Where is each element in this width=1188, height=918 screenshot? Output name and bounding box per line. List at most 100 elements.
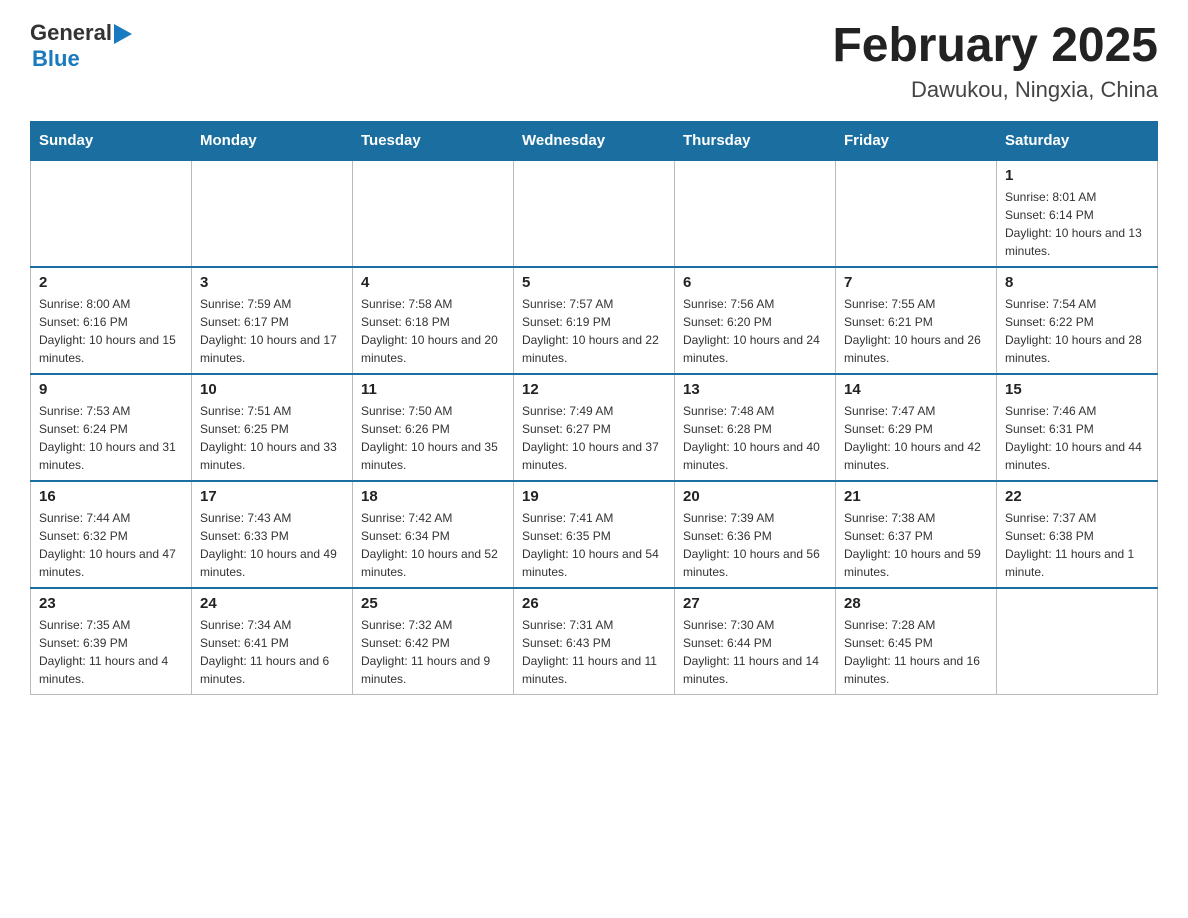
table-row	[836, 160, 997, 267]
day-info: Sunrise: 7:30 AMSunset: 6:44 PMDaylight:…	[683, 616, 827, 688]
table-row: 9 Sunrise: 7:53 AMSunset: 6:24 PMDaylight…	[31, 374, 192, 481]
calendar-header-row: Sunday Monday Tuesday Wednesday Thursday…	[31, 121, 1158, 160]
day-number: 2	[39, 274, 183, 291]
day-info: Sunrise: 7:47 AMSunset: 6:29 PMDaylight:…	[844, 402, 988, 474]
day-info: Sunrise: 7:51 AMSunset: 6:25 PMDaylight:…	[200, 402, 344, 474]
day-number: 26	[522, 595, 666, 612]
day-number: 16	[39, 488, 183, 505]
day-number: 17	[200, 488, 344, 505]
logo: General Blue	[30, 20, 132, 72]
table-row: 21Sunrise: 7:38 AMSunset: 6:37 PMDayligh…	[836, 481, 997, 588]
col-friday: Friday	[836, 121, 997, 160]
table-row: 12 Sunrise: 7:49 AMSunset: 6:27 PMDayligh…	[514, 374, 675, 481]
day-info: Sunrise: 7:57 AMSunset: 6:19 PMDaylight:…	[522, 295, 666, 367]
calendar-week-row: 2Sunrise: 8:00 AMSunset: 6:16 PMDaylight…	[31, 267, 1158, 374]
day-number: 3	[200, 274, 344, 291]
calendar-week-row: 23 Sunrise: 7:35 AMSunset: 6:39 PMDayligh…	[31, 588, 1158, 695]
logo-arrow-icon	[114, 24, 132, 44]
day-info: Sunrise: 7:58 AMSunset: 6:18 PMDaylight:…	[361, 295, 505, 367]
calendar-week-row: 9 Sunrise: 7:53 AMSunset: 6:24 PMDaylight…	[31, 374, 1158, 481]
title-block: February 2025 Dawukou, Ningxia, China	[832, 20, 1158, 103]
table-row: 6 Sunrise: 7:56 AMSunset: 6:20 PMDaylight…	[675, 267, 836, 374]
day-number: 19	[522, 488, 666, 505]
day-number: 20	[683, 488, 827, 505]
table-row: 23 Sunrise: 7:35 AMSunset: 6:39 PMDayligh…	[31, 588, 192, 695]
day-info: Sunrise: 7:38 AMSunset: 6:37 PMDaylight:…	[844, 509, 988, 581]
day-number: 9	[39, 381, 183, 398]
day-number: 11	[361, 381, 505, 398]
day-info: Sunrise: 7:50 AMSunset: 6:26 PMDaylight:…	[361, 402, 505, 474]
calendar-table: Sunday Monday Tuesday Wednesday Thursday…	[30, 121, 1158, 695]
table-row: 13 Sunrise: 7:48 AMSunset: 6:28 PMDayligh…	[675, 374, 836, 481]
table-row	[192, 160, 353, 267]
day-number: 23	[39, 595, 183, 612]
col-monday: Monday	[192, 121, 353, 160]
table-row: 25Sunrise: 7:32 AMSunset: 6:42 PMDayligh…	[353, 588, 514, 695]
table-row: 3 Sunrise: 7:59 AMSunset: 6:17 PMDaylight…	[192, 267, 353, 374]
table-row	[514, 160, 675, 267]
day-number: 28	[844, 595, 988, 612]
day-number: 6	[683, 274, 827, 291]
calendar-title: February 2025	[832, 20, 1158, 73]
table-row: 22 Sunrise: 7:37 AMSunset: 6:38 PMDayligh…	[997, 481, 1158, 588]
day-number: 24	[200, 595, 344, 612]
day-number: 12	[522, 381, 666, 398]
calendar-week-row: 1 Sunrise: 8:01 AMSunset: 6:14 PMDaylight…	[31, 160, 1158, 267]
table-row	[353, 160, 514, 267]
table-row: 27 Sunrise: 7:30 AMSunset: 6:44 PMDayligh…	[675, 588, 836, 695]
day-info: Sunrise: 7:35 AMSunset: 6:39 PMDaylight:…	[39, 616, 183, 688]
table-row: 10 Sunrise: 7:51 AMSunset: 6:25 PMDayligh…	[192, 374, 353, 481]
day-info: Sunrise: 8:01 AMSunset: 6:14 PMDaylight:…	[1005, 188, 1149, 260]
table-row: 17 Sunrise: 7:43 AMSunset: 6:33 PMDayligh…	[192, 481, 353, 588]
table-row	[675, 160, 836, 267]
table-row: 2Sunrise: 8:00 AMSunset: 6:16 PMDaylight…	[31, 267, 192, 374]
day-number: 18	[361, 488, 505, 505]
day-info: Sunrise: 7:49 AMSunset: 6:27 PMDaylight:…	[522, 402, 666, 474]
day-info: Sunrise: 7:43 AMSunset: 6:33 PMDaylight:…	[200, 509, 344, 581]
calendar-subtitle: Dawukou, Ningxia, China	[832, 77, 1158, 103]
day-info: Sunrise: 7:42 AMSunset: 6:34 PMDaylight:…	[361, 509, 505, 581]
day-number: 1	[1005, 167, 1149, 184]
day-info: Sunrise: 7:48 AMSunset: 6:28 PMDaylight:…	[683, 402, 827, 474]
day-number: 4	[361, 274, 505, 291]
day-number: 13	[683, 381, 827, 398]
day-number: 22	[1005, 488, 1149, 505]
day-number: 27	[683, 595, 827, 612]
day-info: Sunrise: 7:28 AMSunset: 6:45 PMDaylight:…	[844, 616, 988, 688]
table-row: 8Sunrise: 7:54 AMSunset: 6:22 PMDaylight…	[997, 267, 1158, 374]
table-row	[997, 588, 1158, 695]
table-row: 4 Sunrise: 7:58 AMSunset: 6:18 PMDaylight…	[353, 267, 514, 374]
table-row: 7Sunrise: 7:55 AMSunset: 6:21 PMDaylight…	[836, 267, 997, 374]
col-saturday: Saturday	[997, 121, 1158, 160]
col-tuesday: Tuesday	[353, 121, 514, 160]
day-number: 15	[1005, 381, 1149, 398]
day-info: Sunrise: 7:59 AMSunset: 6:17 PMDaylight:…	[200, 295, 344, 367]
table-row: 19 Sunrise: 7:41 AMSunset: 6:35 PMDayligh…	[514, 481, 675, 588]
day-info: Sunrise: 7:34 AMSunset: 6:41 PMDaylight:…	[200, 616, 344, 688]
day-info: Sunrise: 7:41 AMSunset: 6:35 PMDaylight:…	[522, 509, 666, 581]
table-row: 14Sunrise: 7:47 AMSunset: 6:29 PMDayligh…	[836, 374, 997, 481]
day-number: 7	[844, 274, 988, 291]
day-info: Sunrise: 7:32 AMSunset: 6:42 PMDaylight:…	[361, 616, 505, 688]
table-row: 18 Sunrise: 7:42 AMSunset: 6:34 PMDayligh…	[353, 481, 514, 588]
col-wednesday: Wednesday	[514, 121, 675, 160]
day-info: Sunrise: 7:37 AMSunset: 6:38 PMDaylight:…	[1005, 509, 1149, 581]
table-row: 20 Sunrise: 7:39 AMSunset: 6:36 PMDayligh…	[675, 481, 836, 588]
table-row: 28 Sunrise: 7:28 AMSunset: 6:45 PMDayligh…	[836, 588, 997, 695]
day-info: Sunrise: 7:56 AMSunset: 6:20 PMDaylight:…	[683, 295, 827, 367]
col-sunday: Sunday	[31, 121, 192, 160]
table-row: 16Sunrise: 7:44 AMSunset: 6:32 PMDayligh…	[31, 481, 192, 588]
col-thursday: Thursday	[675, 121, 836, 160]
calendar-week-row: 16Sunrise: 7:44 AMSunset: 6:32 PMDayligh…	[31, 481, 1158, 588]
logo-general-text: General	[30, 20, 112, 46]
day-info: Sunrise: 7:53 AMSunset: 6:24 PMDaylight:…	[39, 402, 183, 474]
day-number: 10	[200, 381, 344, 398]
table-row	[31, 160, 192, 267]
day-info: Sunrise: 7:46 AMSunset: 6:31 PMDaylight:…	[1005, 402, 1149, 474]
table-row: 26Sunrise: 7:31 AMSunset: 6:43 PMDayligh…	[514, 588, 675, 695]
day-number: 5	[522, 274, 666, 291]
table-row: 11 Sunrise: 7:50 AMSunset: 6:26 PMDayligh…	[353, 374, 514, 481]
day-info: Sunrise: 7:39 AMSunset: 6:36 PMDaylight:…	[683, 509, 827, 581]
table-row: 5 Sunrise: 7:57 AMSunset: 6:19 PMDaylight…	[514, 267, 675, 374]
day-number: 8	[1005, 274, 1149, 291]
